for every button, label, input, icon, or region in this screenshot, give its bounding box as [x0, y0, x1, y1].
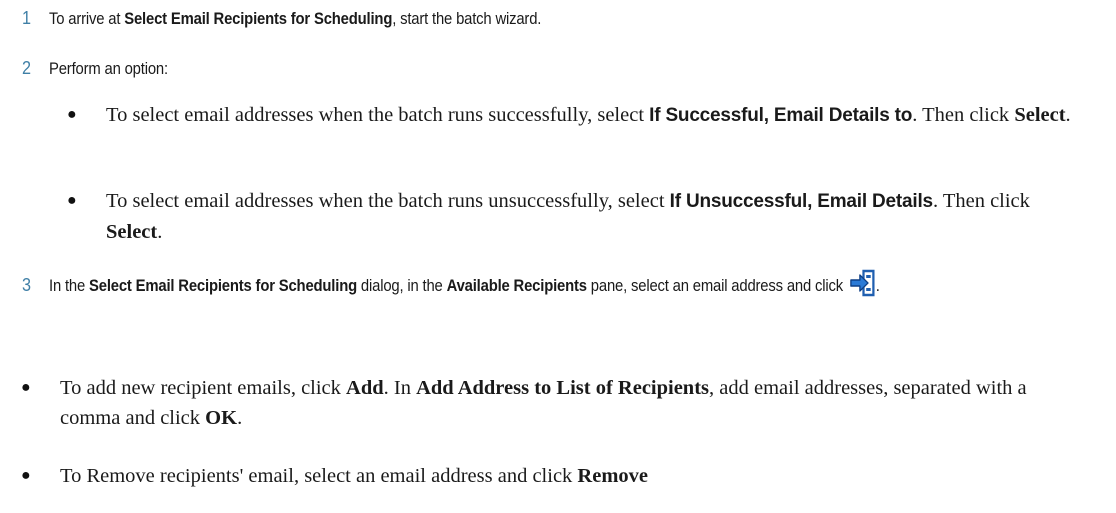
button-name: OK	[205, 407, 238, 429]
step-2: 2 Perform an option:	[22, 57, 168, 80]
option-label: If Successful, Email Details to	[649, 105, 913, 126]
step-number: 3	[22, 275, 31, 295]
option-item-successful: ● To select email addresses when the bat…	[67, 100, 1081, 131]
option-item-unsuccessful: ● To select email addresses when the bat…	[67, 186, 1081, 247]
move-right-icon	[849, 269, 875, 297]
step-number: 1	[22, 8, 31, 28]
button-name: Select	[106, 221, 158, 243]
bullet-icon: ●	[21, 467, 31, 484]
option-label: If Unsuccessful, Email Details	[669, 191, 933, 212]
button-name: Select	[1014, 104, 1066, 126]
bullet-icon: ●	[21, 379, 31, 396]
dialog-name: Add Address to List of Recipients	[416, 377, 710, 399]
step-text: , start the batch wizard.	[392, 10, 542, 28]
bullet-icon: ●	[67, 106, 77, 123]
bullet-icon: ●	[67, 192, 77, 209]
note-remove-recipients: ● To Remove recipients' email, select an…	[21, 461, 1060, 491]
pane-name: Available Recipients	[446, 277, 587, 295]
button-name: Add	[346, 377, 384, 399]
dialog-name: Select Email Recipients for Scheduling	[124, 10, 393, 28]
button-name: Remove	[577, 465, 649, 487]
step-text: Perform an option:	[49, 60, 168, 78]
dialog-name: Select Email Recipients for Scheduling	[89, 277, 357, 295]
step-1: 1 To arrive at Select Email Recipients fo…	[22, 7, 541, 30]
step-text: To arrive at	[49, 10, 125, 28]
step-number: 2	[22, 58, 31, 78]
document-page: 1 To arrive at Select Email Recipients fo…	[0, 0, 1116, 513]
note-add-recipients: ● To add new recipient emails, click Add…	[21, 373, 1060, 433]
step-3: 3 In the Select Email Recipients for Sche…	[22, 267, 1084, 304]
